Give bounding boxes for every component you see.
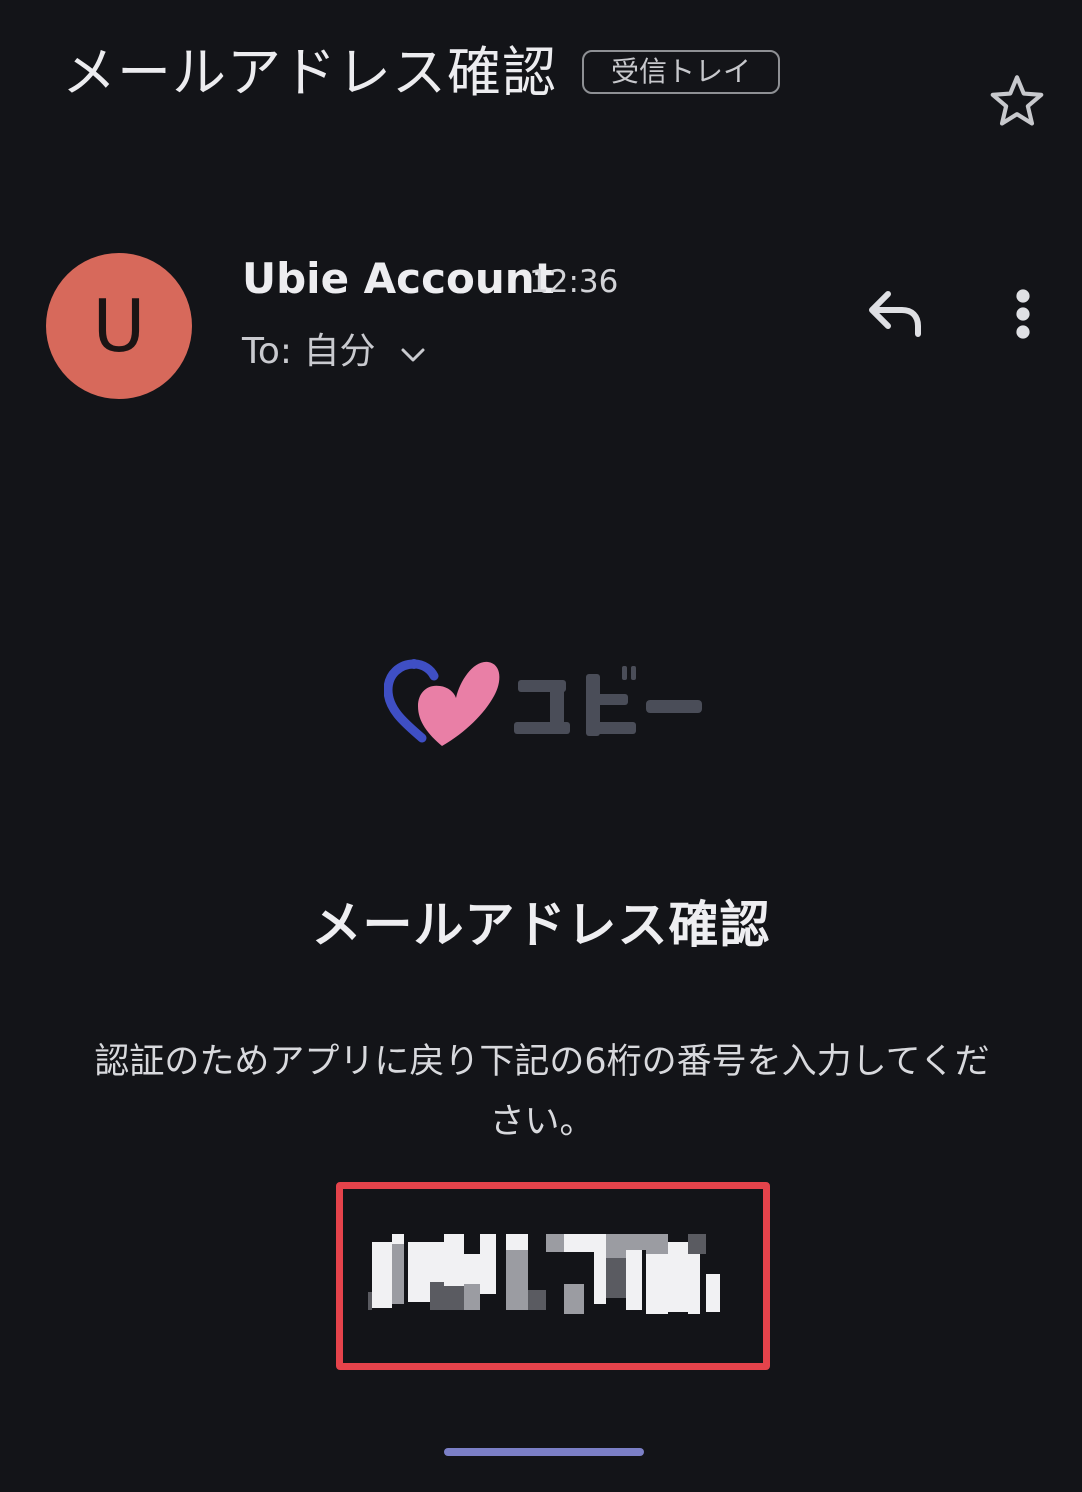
gesture-nav-bar[interactable] xyxy=(444,1448,644,1456)
chevron-down-icon[interactable] xyxy=(398,340,428,370)
avatar-letter: U xyxy=(92,284,146,368)
more-vert-icon[interactable] xyxy=(1008,288,1038,340)
recipient-label[interactable]: To: 自分 xyxy=(242,328,375,376)
star-icon[interactable] xyxy=(986,70,1048,132)
reply-icon[interactable] xyxy=(866,288,926,340)
sender-avatar[interactable]: U xyxy=(46,253,192,399)
sender-name: Ubie Account xyxy=(242,254,555,303)
email-time: 12:36 xyxy=(529,264,619,300)
body-instruction: 認証のためアプリに戻り下記の6桁の番号を入力してください。 xyxy=(94,1042,990,1142)
body-heading: メールアドレス確認 xyxy=(311,896,771,954)
ubie-logo-icon xyxy=(384,659,702,746)
redacted-code-image xyxy=(368,1234,720,1314)
email-subject: メールアドレス確認 xyxy=(62,41,557,104)
email-view: メールアドレス確認 受信トレイ U Ubie Account 12:36 To:… xyxy=(0,0,1082,1492)
inbox-label-chip[interactable]: 受信トレイ xyxy=(582,50,780,94)
